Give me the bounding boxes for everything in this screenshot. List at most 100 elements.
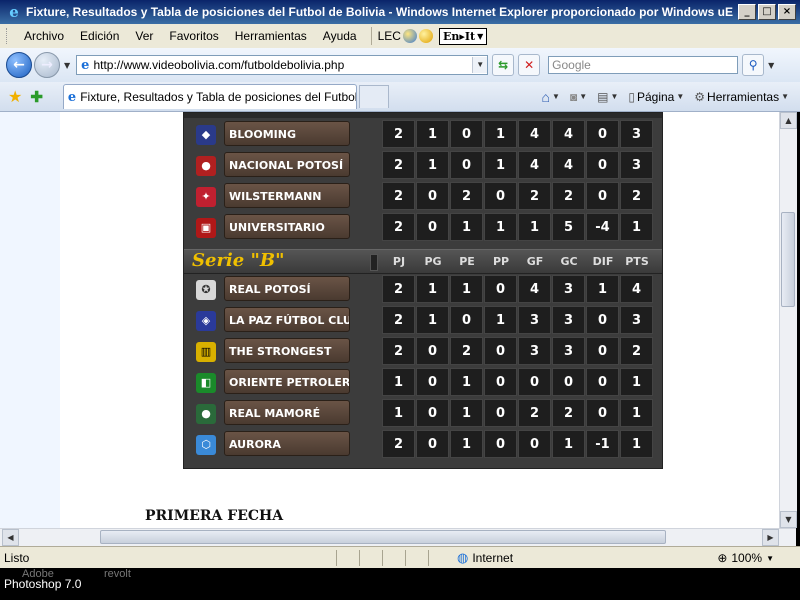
stat-gc: 5 — [552, 213, 585, 241]
stat-pj: 1 — [382, 399, 415, 427]
search-options-dropdown[interactable]: ▼ — [768, 61, 774, 70]
status-pane — [382, 550, 403, 566]
stat-dif: 1 — [586, 275, 619, 303]
new-tab-button[interactable] — [358, 85, 389, 108]
print-button[interactable]: ▤ ▼ — [594, 90, 621, 104]
forward-button[interactable]: → — [34, 52, 60, 78]
menu-herramientas[interactable]: Herramientas — [227, 29, 315, 43]
tools-menu[interactable]: ⚙ Herramientas ▼ — [691, 90, 792, 104]
stat-pts: 1 — [620, 368, 653, 396]
stat-dif: 0 — [586, 182, 619, 210]
table-row: ◈ LA PAZ FÚTBOL CLUB 2 1 0 1 3 3 0 3 — [184, 304, 662, 335]
header-pe: PE — [459, 255, 475, 268]
menu-ver[interactable]: Ver — [127, 29, 161, 43]
status-pane — [405, 550, 426, 566]
tab-title: Fixture, Resultados y Tabla de posicione… — [80, 90, 357, 104]
taskbar-photoshop-label[interactable]: Photoshop 7.0 — [4, 577, 81, 591]
menu-ayuda[interactable]: Ayuda — [315, 29, 365, 43]
address-field[interactable]: e http://www.videobolivia.com/futboldebo… — [76, 55, 489, 75]
stat-pp: 0 — [484, 337, 517, 365]
stat-pp: 0 — [484, 399, 517, 427]
serie-b-header: Serie "B" PJ PG PE PP GF GC DIF PTS — [184, 249, 662, 274]
scroll-right-button[interactable]: ▶ — [762, 529, 779, 546]
address-dropdown[interactable]: ▼ — [472, 57, 488, 73]
history-dropdown[interactable]: ▼ — [64, 61, 70, 70]
printer-icon: ▤ — [597, 89, 609, 104]
arrow-left-icon: ← — [13, 57, 25, 73]
horizontal-scroll-thumb[interactable] — [100, 530, 666, 544]
team-name[interactable]: REAL POTOSÍ — [224, 276, 350, 301]
team-name[interactable]: AURORA — [224, 431, 350, 456]
stat-pg: 1 — [416, 151, 449, 179]
language-selector[interactable]: En▸It ▼ — [438, 27, 488, 45]
stat-pts: 3 — [620, 306, 653, 334]
search-input[interactable]: Google — [548, 56, 739, 74]
favorites-star-icon[interactable]: ★ — [8, 87, 22, 107]
stop-button[interactable]: ✕ — [518, 54, 541, 76]
stat-pts: 2 — [620, 337, 653, 365]
stat-gf: 3 — [518, 306, 551, 334]
stat-gc: 2 — [552, 399, 585, 427]
status-pane — [336, 550, 357, 566]
team-name[interactable]: WILSTERMANN — [224, 183, 350, 208]
add-favorites-icon[interactable]: ✚ — [30, 88, 43, 106]
status-bar: Listo ◍ Internet ⊕ 100% ▼ — [0, 546, 800, 569]
table-row: ✦ WILSTERMANN 2 0 2 0 2 2 0 2 — [184, 180, 662, 211]
stat-pp: 1 — [484, 120, 517, 148]
minimize-button[interactable]: _ — [738, 4, 756, 20]
stat-pj: 2 — [382, 182, 415, 210]
chevron-down-icon: ▼ — [579, 92, 588, 101]
team-name[interactable]: ORIENTE PETROLERO — [224, 369, 350, 394]
stat-gf: 2 — [518, 399, 551, 427]
team-name[interactable]: REAL MAMORÉ — [224, 400, 350, 425]
close-button[interactable]: × — [778, 4, 796, 20]
page-menu-label: Página — [636, 89, 675, 104]
page-menu[interactable]: ▯ Página ▼ — [625, 90, 687, 104]
page-content: ◆ BLOOMING 2 1 0 1 4 4 0 3 ● NACIONAL PO… — [0, 112, 779, 528]
stat-gf: 0 — [518, 430, 551, 458]
stat-gf: 0 — [518, 368, 551, 396]
zoom-control[interactable]: ⊕ 100% ▼ — [717, 551, 774, 565]
refresh-button[interactable]: ⇆ — [492, 54, 515, 76]
ie-page-icon: e — [67, 89, 77, 105]
menu-favoritos[interactable]: Favoritos — [161, 29, 226, 43]
address-url[interactable]: http://www.videobolivia.com/futboldeboli… — [93, 58, 472, 72]
stat-pp: 1 — [484, 151, 517, 179]
search-button[interactable]: ⚲ — [742, 54, 765, 76]
team-name[interactable]: NACIONAL POTOSÍ — [224, 152, 350, 177]
ie-page-icon: e — [81, 57, 90, 73]
security-zone[interactable]: Internet — [472, 551, 513, 565]
team-name[interactable]: BLOOMING — [224, 121, 350, 146]
page-icon: ▯ — [628, 89, 635, 104]
scroll-down-button[interactable]: ▼ — [780, 511, 797, 528]
vertical-scrollbar[interactable]: ▲ ▼ — [779, 112, 797, 528]
team-name[interactable]: UNIVERSITARIO — [224, 214, 350, 239]
stat-gf: 4 — [518, 275, 551, 303]
chevron-down-icon: ▼ — [781, 92, 789, 101]
header-divider — [370, 254, 378, 271]
home-button[interactable]: ⌂ ▼ — [539, 89, 563, 105]
stat-dif: 0 — [586, 306, 619, 334]
lec-settings-icon[interactable] — [418, 29, 433, 43]
lec-translate-icon[interactable] — [402, 29, 417, 43]
stat-pts: 2 — [620, 182, 653, 210]
menu-edicion[interactable]: Edición — [72, 29, 127, 43]
menu-archivo[interactable]: Archivo — [16, 29, 72, 43]
desktop-taskbar: Adobe revolt Photoshop 7.0 — [0, 568, 800, 600]
scroll-left-button[interactable]: ◀ — [2, 529, 19, 546]
feeds-button[interactable]: ◙ ▼ — [567, 90, 590, 104]
scroll-up-button[interactable]: ▲ — [780, 112, 797, 129]
team-name[interactable]: LA PAZ FÚTBOL CLUB — [224, 307, 350, 332]
stat-gc: 1 — [552, 430, 585, 458]
vertical-scroll-thumb[interactable] — [781, 212, 795, 307]
team-name[interactable]: THE STRONGEST — [224, 338, 350, 363]
stat-gc: 4 — [552, 120, 585, 148]
maximize-button[interactable]: □ — [758, 4, 776, 20]
team-crest-icon: ▥ — [196, 342, 216, 362]
team-crest-icon: ⬡ — [196, 435, 216, 455]
back-button[interactable]: ← — [6, 52, 32, 78]
tab-active[interactable]: e Fixture, Resultados y Tabla de posicio… — [62, 84, 357, 109]
stat-pts: 3 — [620, 151, 653, 179]
stat-pg: 1 — [416, 275, 449, 303]
horizontal-scrollbar[interactable]: ◀ ▶ — [0, 528, 796, 546]
